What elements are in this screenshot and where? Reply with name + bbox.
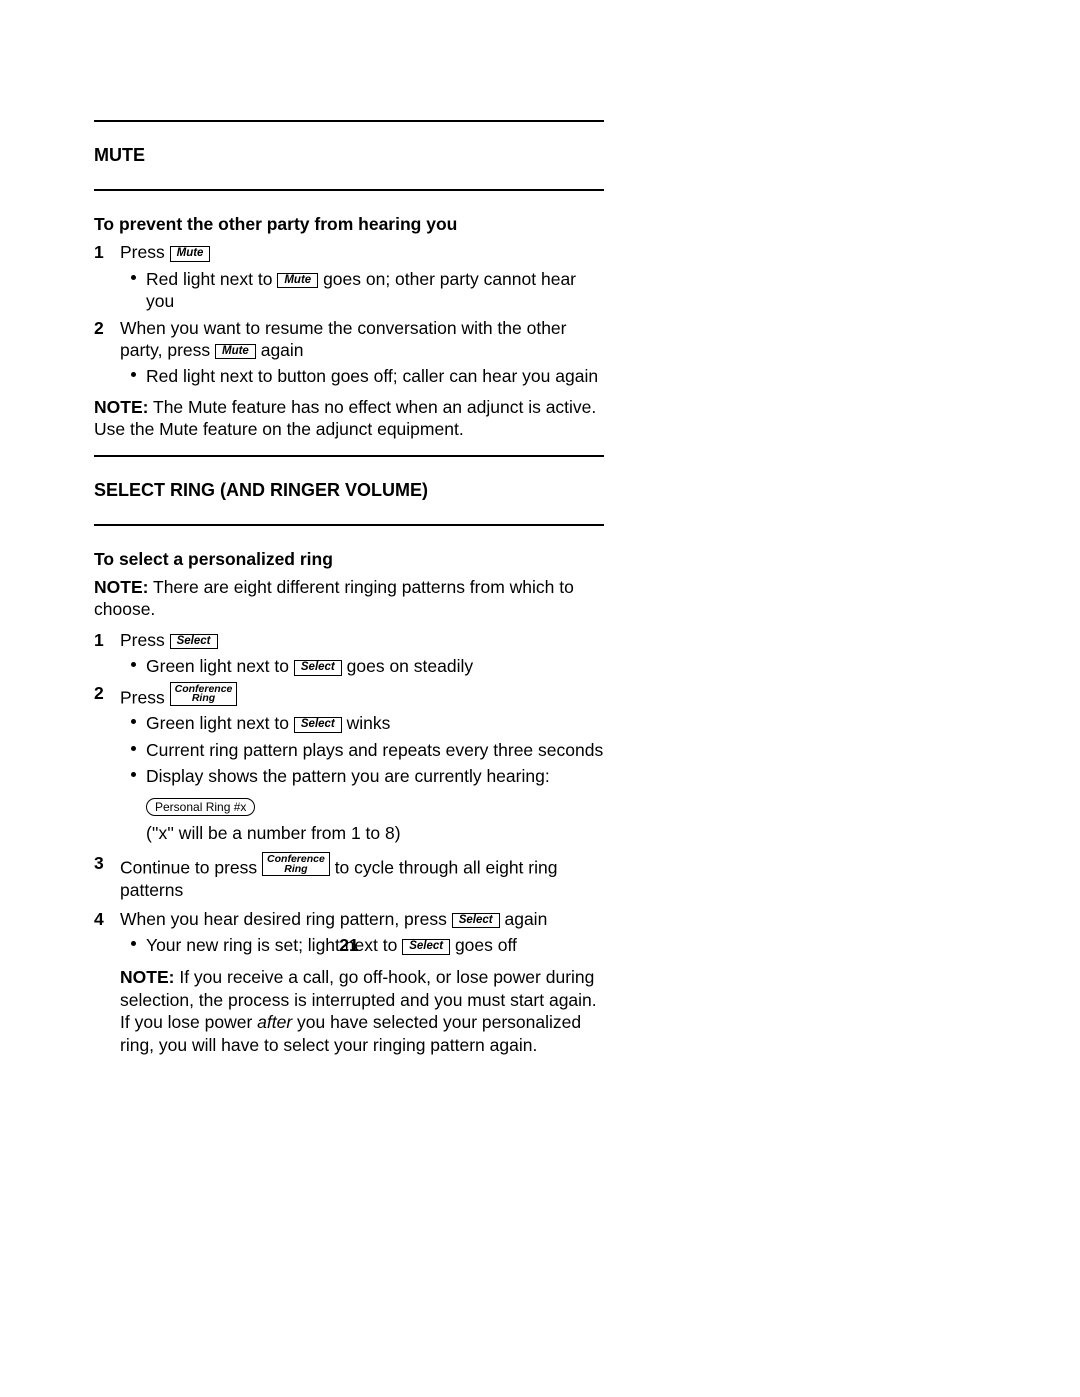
mute-note: NOTE: The Mute feature has no effect whe… — [94, 396, 604, 441]
ring-note-intro: NOTE: There are eight different ringing … — [94, 576, 604, 621]
note-after-italic: after — [257, 1012, 292, 1032]
text: Press — [120, 687, 165, 707]
mute-subtitle: To prevent the other party from hearing … — [94, 213, 604, 235]
ring-final-note: NOTE: If you receive a call, go off-hook… — [120, 966, 604, 1056]
bullet-text: Display shows the pattern you are curren… — [146, 765, 604, 787]
text: Green light next to — [146, 713, 289, 733]
note-label: NOTE: — [94, 397, 148, 417]
text: Press — [120, 630, 165, 650]
step: 2 Press Conference Ring — [94, 682, 604, 709]
rule — [94, 455, 604, 457]
content-column: MUTE To prevent the other party from hea… — [94, 120, 604, 1056]
display-personal-ring: Personal Ring #x — [146, 798, 255, 816]
mute-button: Mute — [277, 273, 318, 289]
bullet-list: Red light next to Mute goes on; other pa… — [120, 268, 604, 313]
bullet: Red light next to Mute goes on; other pa… — [120, 268, 604, 313]
step-body: When you want to resume the conversation… — [120, 317, 604, 362]
bullet: Display shows the pattern you are curren… — [120, 765, 604, 787]
bullet-list: Green light next to Select winks Current… — [120, 712, 604, 787]
bullet-marker — [120, 739, 146, 761]
text: goes on steadily — [347, 656, 473, 676]
bullet-list: Green light next to Select goes on stead… — [120, 655, 604, 677]
bullet: Green light next to Select winks — [120, 712, 604, 734]
page-number: 21 — [94, 935, 604, 956]
step: 1 Press Mute — [94, 241, 604, 263]
text: Red light next to — [146, 269, 272, 289]
select-button: Select — [294, 717, 342, 733]
bullet-marker — [120, 655, 146, 677]
bullet-list: Red light next to button goes off; calle… — [120, 365, 604, 387]
text: When you want to resume the conversation… — [120, 318, 567, 360]
step-number: 3 — [94, 852, 120, 901]
step: 1 Press Select — [94, 629, 604, 651]
x-note: (''x'' will be a number from 1 to 8) — [146, 822, 604, 844]
step-number: 2 — [94, 317, 120, 362]
select-button: Select — [294, 660, 342, 676]
step-number: 1 — [94, 629, 120, 651]
btn-line2: Ring — [175, 693, 233, 704]
step-number: 4 — [94, 908, 120, 930]
step-number: 1 — [94, 241, 120, 263]
step: 4 When you hear desired ring pattern, pr… — [94, 908, 604, 930]
step-number: 2 — [94, 682, 120, 709]
step-body: Continue to press Conference Ring to cyc… — [120, 852, 604, 901]
step-body: When you hear desired ring pattern, pres… — [120, 908, 604, 930]
bullet-marker — [120, 712, 146, 734]
step: 3 Continue to press Conference Ring to c… — [94, 852, 604, 901]
text: Continue to press — [120, 858, 257, 878]
step: 2 When you want to resume the conversati… — [94, 317, 604, 362]
step-body: Press Select — [120, 629, 604, 651]
text: Press — [120, 242, 165, 262]
note-text: The Mute feature has no effect when an a… — [94, 397, 596, 439]
select-button: Select — [452, 913, 500, 929]
rule — [94, 120, 604, 122]
text: When you hear desired ring pattern, pres… — [120, 909, 447, 929]
page: MUTE To prevent the other party from hea… — [0, 0, 1080, 1397]
bullet: Green light next to Select goes on stead… — [120, 655, 604, 677]
bullet-marker — [120, 365, 146, 387]
conference-ring-button: Conference Ring — [170, 682, 238, 706]
display-line: Personal Ring #x — [146, 794, 604, 816]
btn-line2: Ring — [267, 864, 325, 875]
text: again — [504, 909, 547, 929]
bullet: Current ring pattern plays and repeats e… — [120, 739, 604, 761]
bullet-text: Current ring pattern plays and repeats e… — [146, 739, 604, 761]
note-text: There are eight different ringing patter… — [94, 577, 574, 619]
step-body: Press Mute — [120, 241, 604, 263]
ring-subtitle: To select a personalized ring — [94, 548, 604, 570]
note-label: NOTE: — [94, 577, 148, 597]
text: winks — [347, 713, 391, 733]
note-label: NOTE: — [120, 967, 174, 987]
bullet-marker — [120, 765, 146, 787]
rule — [94, 189, 604, 191]
bullet-marker — [120, 268, 146, 313]
text: again — [261, 340, 304, 360]
section-title-mute: MUTE — [94, 144, 604, 167]
step-body: Press Conference Ring — [120, 682, 604, 709]
bullet-text: Green light next to Select winks — [146, 712, 604, 734]
mute-button: Mute — [215, 344, 256, 360]
section-title-select-ring: SELECT RING (AND RINGER VOLUME) — [94, 479, 604, 502]
conference-ring-button: Conference Ring — [262, 852, 330, 876]
bullet: Red light next to button goes off; calle… — [120, 365, 604, 387]
mute-button: Mute — [170, 246, 211, 262]
bullet-text: Red light next to Mute goes on; other pa… — [146, 268, 604, 313]
rule — [94, 524, 604, 526]
select-button: Select — [170, 634, 218, 650]
bullet-text: Red light next to button goes off; calle… — [146, 365, 604, 387]
bullet-text: Green light next to Select goes on stead… — [146, 655, 604, 677]
text: Green light next to — [146, 656, 289, 676]
